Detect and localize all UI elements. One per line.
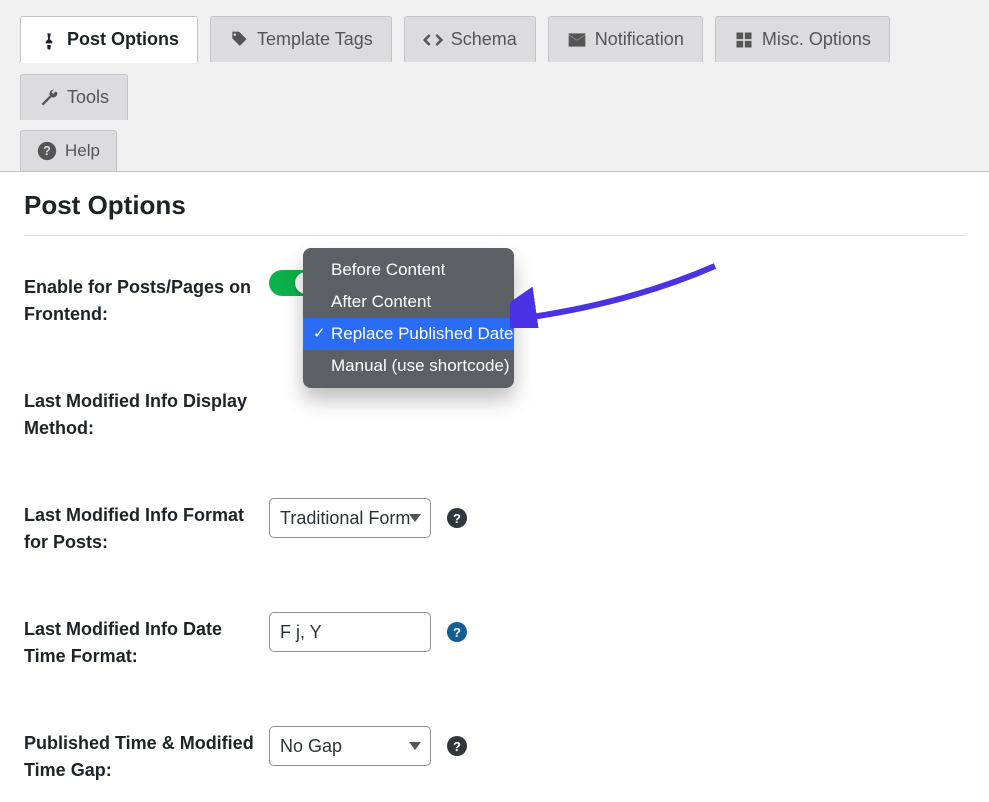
field-info-format: Last Modified Info Format for Posts: Tra…: [24, 498, 965, 556]
help-tooltip-icon[interactable]: ?: [447, 736, 467, 756]
tab-notification[interactable]: Notification: [548, 16, 703, 62]
wrench-icon: [39, 88, 59, 108]
page-title: Post Options: [24, 190, 965, 236]
time-gap-select[interactable]: No Gap: [269, 726, 431, 766]
tab-post-options[interactable]: Post Options: [20, 16, 198, 63]
field-label: Published Time & Modified Time Gap:: [24, 726, 269, 784]
field-label: Enable for Posts/Pages on Frontend:: [24, 270, 269, 328]
tabs-row-secondary: ? Help: [20, 120, 969, 171]
help-tooltip-icon[interactable]: ?: [447, 508, 467, 528]
tab-template-tags[interactable]: Template Tags: [210, 16, 392, 62]
tab-label: Help: [65, 141, 100, 161]
tabs-row-primary: Post Options Template Tags Schema Notifi…: [20, 0, 969, 120]
tab-label: Template Tags: [257, 29, 373, 50]
grid-icon: [734, 30, 754, 50]
tab-label: Post Options: [67, 29, 179, 50]
tab-label: Schema: [451, 29, 517, 50]
tab-misc-options[interactable]: Misc. Options: [715, 16, 890, 62]
field-time-gap: Published Time & Modified Time Gap: No G…: [24, 726, 965, 784]
code-icon: [423, 30, 443, 50]
pin-icon: [39, 30, 59, 50]
info-format-select-wrap: Traditional Form: [269, 498, 431, 538]
svg-text:?: ?: [43, 144, 51, 158]
tab-schema[interactable]: Schema: [404, 16, 536, 62]
info-format-select[interactable]: Traditional Form: [269, 498, 431, 538]
field-display-method: Last Modified Info Display Method:: [24, 384, 965, 442]
display-method-dropdown: Before Content After Content Replace Pub…: [303, 248, 514, 388]
field-datetime-format: Last Modified Info Date Time Format: ?: [24, 612, 965, 670]
tabs-container: Post Options Template Tags Schema Notifi…: [0, 0, 989, 172]
dropdown-item-after-content[interactable]: After Content: [303, 286, 514, 318]
field-label: Last Modified Info Date Time Format:: [24, 612, 269, 670]
mail-icon: [567, 30, 587, 50]
tab-tools[interactable]: Tools: [20, 74, 128, 120]
tag-icon: [229, 30, 249, 50]
time-gap-select-wrap: No Gap: [269, 726, 431, 766]
help-tooltip-icon[interactable]: ?: [447, 622, 467, 642]
field-label: Last Modified Info Display Method:: [24, 384, 269, 442]
dropdown-item-manual[interactable]: Manual (use shortcode): [303, 350, 514, 382]
dropdown-item-replace-published-date[interactable]: Replace Published Date: [303, 318, 514, 350]
tab-label: Tools: [67, 87, 109, 108]
dropdown-item-before-content[interactable]: Before Content: [303, 254, 514, 286]
tab-label: Misc. Options: [762, 29, 871, 50]
field-label: Last Modified Info Format for Posts:: [24, 498, 269, 556]
tab-help[interactable]: ? Help: [20, 130, 117, 171]
tab-label: Notification: [595, 29, 684, 50]
help-icon: ?: [37, 141, 57, 161]
datetime-format-input[interactable]: [269, 612, 431, 652]
